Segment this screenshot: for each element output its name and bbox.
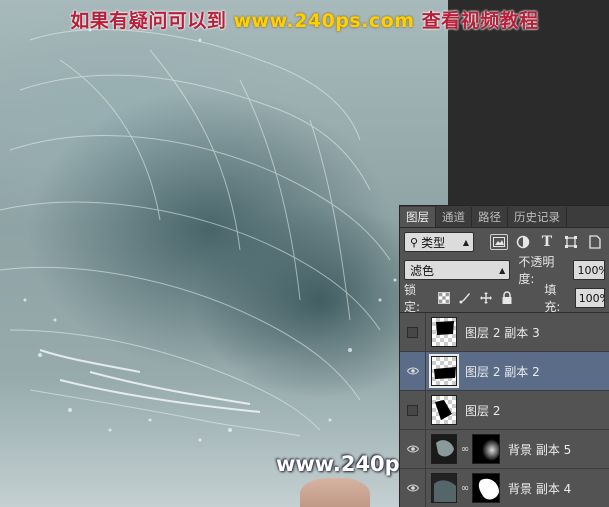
lock-label: 锁定:	[404, 283, 421, 314]
watermark-prefix: 如果有疑问可以到	[70, 10, 227, 32]
link-icon[interactable]: ∞	[460, 442, 470, 456]
layer-row[interactable]: 图层 2 副本 3	[400, 312, 609, 352]
chevron-down-icon: ▲︎	[462, 237, 469, 247]
eye-icon	[406, 445, 419, 453]
smart-object-filter-icon[interactable]	[586, 234, 604, 250]
visibility-toggle[interactable]	[400, 468, 426, 507]
layer-thumbnail	[431, 434, 457, 464]
layer-row[interactable]: ∞ 背景 副本 4	[400, 468, 609, 507]
lock-image-pixels-icon[interactable]	[457, 291, 472, 305]
fill-input[interactable]: 100%	[574, 288, 606, 308]
layer-name: 背景 副本 4	[508, 481, 572, 496]
layer-row[interactable]: 图层 2	[400, 390, 609, 430]
visibility-toggle[interactable]	[400, 390, 426, 430]
layer-thumbnail	[429, 354, 459, 388]
panel-tabs: 图层 通道 路径 历史记录	[400, 206, 609, 228]
layer-mask-thumbnail[interactable]	[472, 434, 500, 464]
blend-mode-dropdown[interactable]: 滤色 ▲︎	[404, 260, 511, 280]
adjustment-filter-icon[interactable]	[514, 234, 532, 250]
watermark-site: www.240ps.com	[233, 10, 415, 32]
visibility-toggle[interactable]	[400, 429, 426, 469]
lock-transparent-pixels-icon[interactable]	[436, 291, 451, 305]
layer-name: 背景 副本 5	[508, 442, 572, 457]
filter-kind-value: 类型	[421, 235, 446, 250]
watermark-suffix: 查看视频教程	[421, 10, 539, 32]
layer-name: 图层 2 副本 3	[465, 325, 540, 340]
fill-label: 填充:	[544, 283, 561, 314]
eye-icon	[406, 367, 419, 375]
eye-icon	[406, 484, 419, 492]
lock-position-icon[interactable]	[478, 291, 493, 305]
layers-list: 图层 2 副本 3 图层 2 副本 2 图层 2 ∞ 背景 副本 5 ∞ 背景 …	[400, 312, 609, 507]
filter-kind-dropdown[interactable]: ⚲ 类型 ▲︎	[404, 232, 474, 252]
layer-name: 图层 2 副本 2	[465, 364, 540, 379]
tab-paths[interactable]: 路径	[472, 207, 508, 227]
layer-thumbnail	[431, 473, 457, 503]
top-watermark: 如果有疑问可以到 www.240ps.com 查看视频教程	[0, 6, 609, 33]
layer-thumbnail	[431, 317, 457, 347]
layer-row[interactable]: ∞ 背景 副本 5	[400, 429, 609, 469]
layer-row[interactable]: 图层 2 副本 2	[400, 351, 609, 391]
hand-image	[300, 478, 370, 507]
text-filter-icon[interactable]: T	[538, 234, 556, 250]
layers-panel: 图层 通道 路径 历史记录 ⚲ 类型 ▲︎ T 滤色 ▲︎ 不透明度: 100 …	[399, 205, 609, 507]
image-filter-icon[interactable]	[490, 234, 508, 250]
tab-channels[interactable]: 通道	[436, 207, 472, 227]
search-icon: ⚲	[410, 235, 419, 249]
opacity-input[interactable]: 100%	[573, 260, 605, 280]
lock-all-icon[interactable]	[499, 291, 514, 305]
tab-layers[interactable]: 图层	[400, 207, 436, 227]
tab-history[interactable]: 历史记录	[508, 207, 567, 227]
chevron-down-icon: ▲︎	[499, 265, 506, 275]
blend-opacity-row: 滤色 ▲︎ 不透明度: 100%	[400, 255, 609, 286]
layer-name: 图层 2	[465, 403, 501, 418]
visibility-toggle[interactable]	[400, 312, 426, 352]
shape-filter-icon[interactable]	[562, 234, 580, 250]
layer-thumbnail	[431, 395, 457, 425]
layer-mask-thumbnail[interactable]	[472, 473, 500, 503]
layer-filter-row: ⚲ 类型 ▲︎ T	[400, 228, 609, 256]
visibility-off-box	[407, 404, 418, 416]
blend-mode-value: 滤色	[410, 263, 435, 278]
visibility-off-box	[407, 326, 418, 338]
lock-fill-row: 锁定: 填充: 100%	[400, 283, 609, 314]
link-icon[interactable]: ∞	[460, 481, 470, 495]
visibility-toggle[interactable]	[400, 351, 426, 391]
